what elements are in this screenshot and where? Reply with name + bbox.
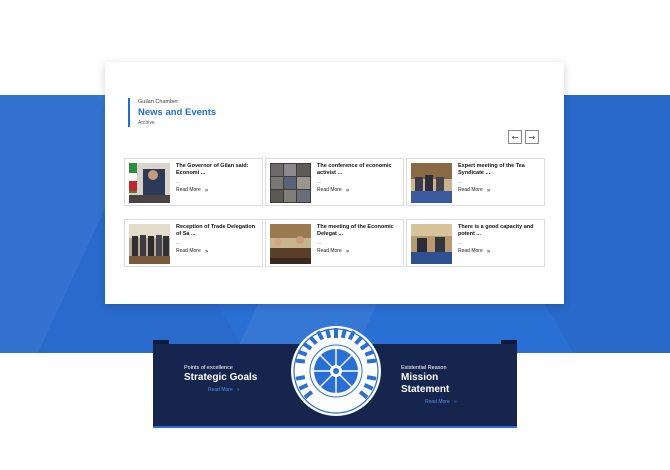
read-more-link[interactable]: Read More» (317, 187, 399, 194)
double-chevron-right-icon: » (345, 187, 350, 194)
double-chevron-right-icon: » (486, 187, 491, 194)
news-card[interactable]: There is a good capacity and potent ... … (406, 219, 545, 267)
news-thumbnail[interactable] (411, 224, 452, 264)
news-card[interactable]: Expert meeting of the Tea Syndicate ... … (406, 158, 545, 206)
arrow-left-icon[interactable]: ← (508, 130, 522, 144)
news-thumbnail[interactable] (129, 224, 170, 264)
news-thumbnail[interactable] (270, 224, 311, 264)
double-chevron-right-icon: » (204, 248, 209, 255)
read-more-link[interactable]: Read More» (176, 248, 258, 255)
news-thumbnail[interactable] (270, 163, 311, 203)
news-item-dots: ... (176, 179, 181, 185)
read-more-link[interactable]: Read More» (317, 248, 399, 255)
read-more-link[interactable]: Read More» (458, 248, 540, 255)
news-card[interactable]: The Governor of Gilan said: Economi ... … (124, 158, 263, 206)
double-chevron-right-icon: » (236, 387, 240, 393)
carousel-controls: ← → (508, 130, 539, 144)
mission-statement-kicker: Existential Reason (401, 365, 447, 371)
news-item-dots: ... (317, 179, 322, 185)
news-item-dots: ... (458, 179, 463, 185)
double-chevron-right-icon: » (345, 248, 350, 255)
read-more-label: Read More (176, 248, 201, 254)
news-item-dots: ... (176, 240, 181, 246)
read-more-label: Read More (208, 387, 233, 393)
news-heading: Guilan Chamber News and Events Archive (128, 98, 216, 127)
news-card[interactable]: The conference of economic activist ... … (265, 158, 404, 206)
news-kicker: Guilan Chamber (138, 99, 179, 105)
read-more-label: Read More (425, 399, 450, 405)
news-item-title[interactable]: Expert meeting of the Tea Syndicate ... (458, 163, 540, 177)
news-thumbnail[interactable] (411, 163, 452, 203)
chamber-emblem-logo (290, 316, 382, 426)
page: Guilan Chamber News and Events Archive ←… (0, 0, 670, 470)
double-chevron-right-icon: » (453, 399, 457, 405)
arrow-right-icon[interactable]: → (525, 130, 539, 144)
mission-statement-block: Existential Reason Mission Statement Rea… (401, 364, 457, 406)
read-more-link[interactable]: Read More» (176, 187, 258, 194)
strategic-goals-read-more[interactable]: Read More» (184, 386, 257, 394)
news-item-title[interactable]: The conference of economic activist ... (317, 163, 399, 177)
read-more-link[interactable]: Read More» (458, 187, 540, 194)
read-more-label: Read More (458, 187, 483, 193)
news-item-dots: ... (317, 240, 322, 246)
news-title[interactable]: News and Events (138, 106, 216, 119)
news-item-title[interactable]: Reception of Trade Delegation of Sa ... (176, 224, 258, 238)
double-chevron-right-icon: » (486, 248, 491, 255)
strategic-goals-title[interactable]: Strategic Goals (184, 372, 257, 384)
news-archive-link[interactable]: Archive (138, 119, 216, 127)
mission-statement-title-line1[interactable]: Mission (401, 372, 457, 384)
news-panel: Guilan Chamber News and Events Archive ←… (105, 62, 564, 304)
mission-statement-read-more[interactable]: Read More» (401, 398, 457, 406)
news-item-dots: ... (458, 240, 463, 246)
double-chevron-right-icon: » (204, 187, 209, 194)
read-more-label: Read More (458, 248, 483, 254)
read-more-label: Read More (317, 187, 342, 193)
mission-statement-title-line2[interactable]: Statement (401, 384, 457, 396)
news-item-title[interactable]: The Governor of Gilan said: Economi ... (176, 163, 258, 177)
news-card[interactable]: Reception of Trade Delegation of Sa ... … (124, 219, 263, 267)
banner-underline (153, 426, 517, 428)
banner-fold-left (153, 340, 169, 344)
news-item-title[interactable]: The meeting of the Economic Delegat ... (317, 224, 399, 238)
read-more-label: Read More (176, 187, 201, 193)
strategic-goals-kicker: Points of excellence (184, 365, 233, 371)
read-more-label: Read More (317, 248, 342, 254)
banner-fold-right (501, 340, 517, 344)
news-item-title[interactable]: There is a good capacity and potent ... (458, 224, 540, 238)
strategic-goals-block: Points of excellence Strategic Goals Rea… (184, 364, 257, 394)
news-grid: The Governor of Gilan said: Economi ... … (124, 158, 545, 267)
news-card[interactable]: The meeting of the Economic Delegat ... … (265, 219, 404, 267)
news-thumbnail[interactable] (129, 163, 170, 203)
